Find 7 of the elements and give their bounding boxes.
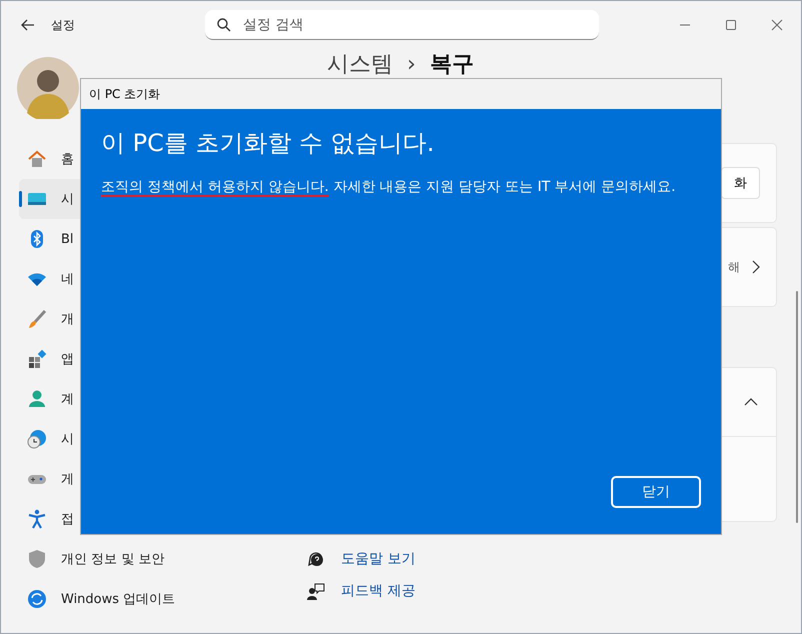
card-text: 해	[728, 258, 740, 276]
dialog-title: 이 PC 초기화	[81, 79, 721, 109]
window-title: 설정	[51, 16, 75, 34]
dialog-heading: 이 PC를 초기화할 수 없습니다.	[101, 128, 436, 159]
breadcrumb-separator: ›	[407, 52, 416, 77]
page-title: 복구	[430, 51, 474, 79]
dialog-message: 조직의 정책에서 허용하지 않습니다. 자세한 내용은 지원 담당자 또는 IT 부서에 문의하세요.	[101, 178, 677, 198]
